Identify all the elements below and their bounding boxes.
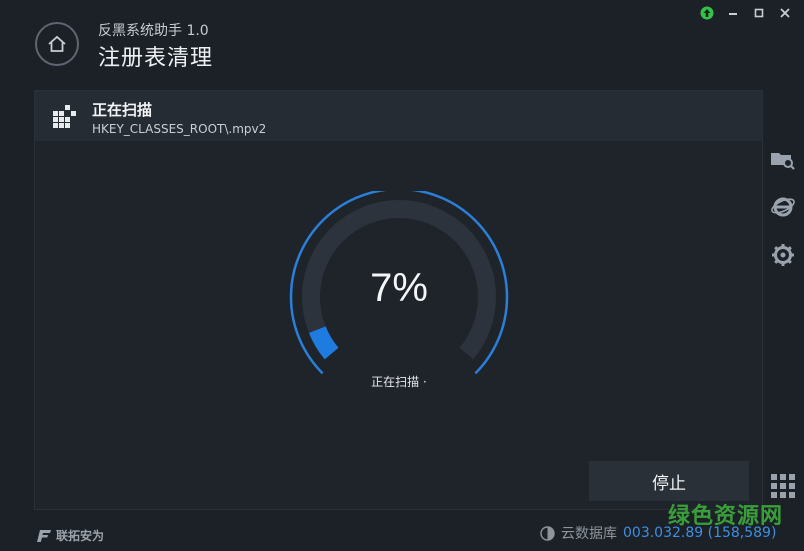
progress-status: 正在扫描 · (371, 375, 427, 389)
brand-logo: 联拓安为 (34, 527, 104, 544)
scan-header: 正在扫描 HKEY_CLASSES_ROOT\.mpv2 (35, 91, 762, 141)
app-name: 反黑系统助手 1.0 (98, 23, 209, 39)
minimize-button[interactable] (720, 4, 746, 22)
cloud-db-label: 云数据库 (561, 526, 617, 542)
stop-button[interactable]: 停止 (589, 461, 749, 501)
page-title: 注册表清理 (98, 46, 214, 71)
app-window: 反黑系统助手 1.0 注册表清理 正在扫描 HKEY_CLASSES_ROOT\… (0, 0, 804, 551)
scan-panel: 正在扫描 HKEY_CLASSES_ROOT\.mpv2 7% 正在扫描 · 停… (34, 90, 763, 510)
ie-repair-button[interactable] (770, 193, 796, 219)
maximize-button[interactable] (746, 4, 772, 22)
settings-button[interactable] (770, 242, 796, 268)
brand-f-icon (37, 529, 51, 542)
close-icon (780, 8, 790, 18)
folder-search-icon (771, 153, 795, 170)
window-controls (694, 4, 798, 22)
home-button[interactable] (35, 22, 79, 66)
brand-name: 联拓安为 (56, 529, 105, 543)
scan-path: HKEY_CLASSES_ROOT\.mpv2 (92, 122, 267, 136)
site-watermark: 绿色资源网 (668, 504, 784, 529)
update-arrow-icon (700, 6, 714, 20)
ie-icon (771, 197, 795, 217)
progress-gauge: 7% 正在扫描 · (288, 187, 510, 391)
scan-grid-icon (53, 105, 76, 128)
gauge-progress-fill (308, 326, 339, 360)
gear-icon (772, 244, 794, 266)
cloud-db-icon (540, 525, 555, 541)
apps-grid-icon (771, 474, 795, 498)
minimize-icon (729, 13, 737, 15)
maximize-icon (754, 8, 764, 18)
close-button[interactable] (772, 4, 798, 22)
folder-search-button[interactable] (770, 146, 796, 172)
update-button[interactable] (694, 4, 720, 22)
scan-title: 正在扫描 (92, 101, 153, 119)
progress-percent: 7% (370, 266, 428, 310)
home-icon (48, 35, 66, 52)
